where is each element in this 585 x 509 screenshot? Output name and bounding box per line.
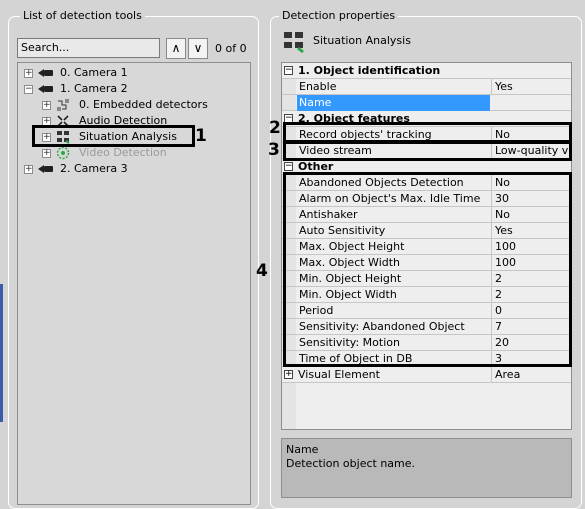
detection-tools-title: List of detection tools	[20, 9, 145, 23]
property-row-enable[interactable]: Enable Yes	[282, 79, 571, 95]
properties-header-label: Situation Analysis	[313, 34, 411, 47]
category-object-identification[interactable]: − 1. Object identification	[282, 63, 571, 79]
callout-box-1	[32, 125, 195, 147]
tree-item-camera-2[interactable]: − 1. Camera 2	[24, 81, 224, 97]
tree-item-camera-1[interactable]: + 0. Camera 1	[24, 65, 224, 81]
tree-item-video-detection[interactable]: + Video Detection	[42, 145, 242, 161]
category-label: 1. Object identification	[298, 64, 441, 77]
situation-analysis-icon	[283, 31, 305, 54]
window-edge-accent	[0, 284, 3, 422]
callout-box-4	[283, 172, 572, 367]
callout-box-3	[283, 141, 572, 161]
expand-icon[interactable]: +	[42, 149, 51, 158]
expand-icon[interactable]: +	[24, 69, 33, 78]
detection-properties-title: Detection properties	[279, 9, 399, 23]
camera-icon	[38, 84, 56, 94]
search-input[interactable]: Search...	[17, 38, 160, 58]
property-key: Enable	[299, 80, 337, 93]
tree-item-embedded-detectors[interactable]: + 0. Embedded detectors	[42, 97, 242, 113]
category-visual-element[interactable]: + Visual Element Area	[282, 367, 571, 383]
collapse-icon[interactable]: −	[284, 66, 293, 75]
search-result-counter: 0 of 0	[215, 42, 247, 55]
chevron-down-icon: ∨	[193, 41, 203, 55]
callout-number-2: 2	[269, 118, 281, 138]
search-prev-button[interactable]: ∧	[166, 38, 186, 59]
property-value[interactable]: Yes	[491, 79, 571, 95]
tree-item-label: 2. Camera 3	[60, 162, 128, 175]
video-detection-icon	[56, 146, 70, 160]
callout-number-4: 4	[256, 261, 268, 281]
property-row-name[interactable]: Name	[282, 95, 571, 111]
search-next-button[interactable]: ∨	[188, 38, 208, 59]
expand-icon[interactable]: +	[24, 165, 33, 174]
camera-icon	[38, 68, 56, 78]
chevron-up-icon: ∧	[171, 41, 181, 55]
tree-item-label: 0. Embedded detectors	[79, 98, 208, 111]
property-description: Name Detection object name.	[281, 438, 572, 498]
description-text: Detection object name.	[286, 457, 416, 470]
callout-box-2	[283, 122, 572, 143]
tree-item-label: Video Detection	[79, 146, 167, 159]
callout-number-3: 3	[268, 140, 280, 160]
tree-item-label: 0. Camera 1	[60, 66, 128, 79]
tree-item-label: 1. Camera 2	[60, 82, 128, 95]
collapse-icon[interactable]: −	[284, 162, 293, 171]
embedded-detectors-icon	[56, 98, 70, 112]
camera-icon	[38, 164, 56, 174]
description-title: Name	[286, 443, 319, 456]
callout-number-1: 1	[195, 126, 207, 146]
collapse-icon[interactable]: −	[24, 85, 33, 94]
tree-item-camera-3[interactable]: + 2. Camera 3	[24, 161, 224, 177]
expand-icon[interactable]: +	[284, 370, 293, 379]
property-value[interactable]: Area	[491, 367, 571, 383]
property-key: Name	[297, 95, 490, 111]
expand-icon[interactable]: +	[42, 101, 51, 110]
